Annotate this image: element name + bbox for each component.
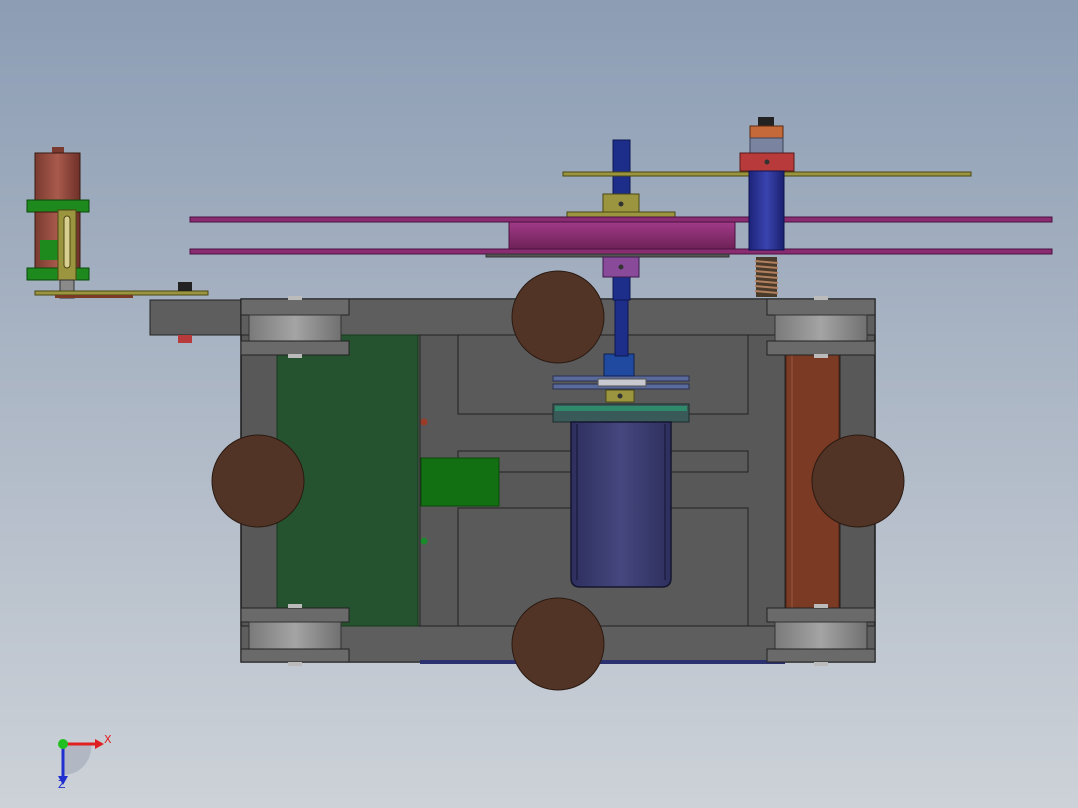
bearing-block-top-right[interactable] xyxy=(766,296,876,358)
bearing-block-top-left[interactable] xyxy=(240,296,350,358)
right-post[interactable] xyxy=(739,117,795,251)
cad-viewport[interactable]: X Z xyxy=(0,0,1078,808)
central-motor[interactable] xyxy=(552,403,690,588)
linkage-arm[interactable] xyxy=(34,290,209,296)
arm-clip xyxy=(178,282,192,291)
green-module[interactable] xyxy=(420,457,500,507)
wheel-right[interactable] xyxy=(811,434,905,528)
lower-disc[interactable] xyxy=(189,248,1053,255)
solenoid-assembly[interactable] xyxy=(26,147,90,299)
bottom-blue-strip xyxy=(420,660,785,664)
bearing-block-bottom-right[interactable] xyxy=(766,604,876,666)
wheel-bottom[interactable] xyxy=(511,597,605,691)
triad-x-label: X xyxy=(104,733,112,746)
upper-disc[interactable] xyxy=(189,216,1053,223)
inner-panel-top xyxy=(457,334,749,415)
main-pulley[interactable] xyxy=(508,221,736,250)
left-arm-plate[interactable] xyxy=(149,299,243,336)
arm-pin-red xyxy=(178,335,192,343)
coordinate-triad-icon: X Z xyxy=(58,733,112,791)
board-led-green xyxy=(420,537,428,545)
spring[interactable] xyxy=(754,257,779,297)
wheel-top[interactable] xyxy=(511,270,605,364)
bearing-block-bottom-left[interactable] xyxy=(240,604,350,666)
wheel-left[interactable] xyxy=(211,434,305,528)
triad-z-label: Z xyxy=(58,778,66,791)
board-led-red xyxy=(420,418,428,426)
